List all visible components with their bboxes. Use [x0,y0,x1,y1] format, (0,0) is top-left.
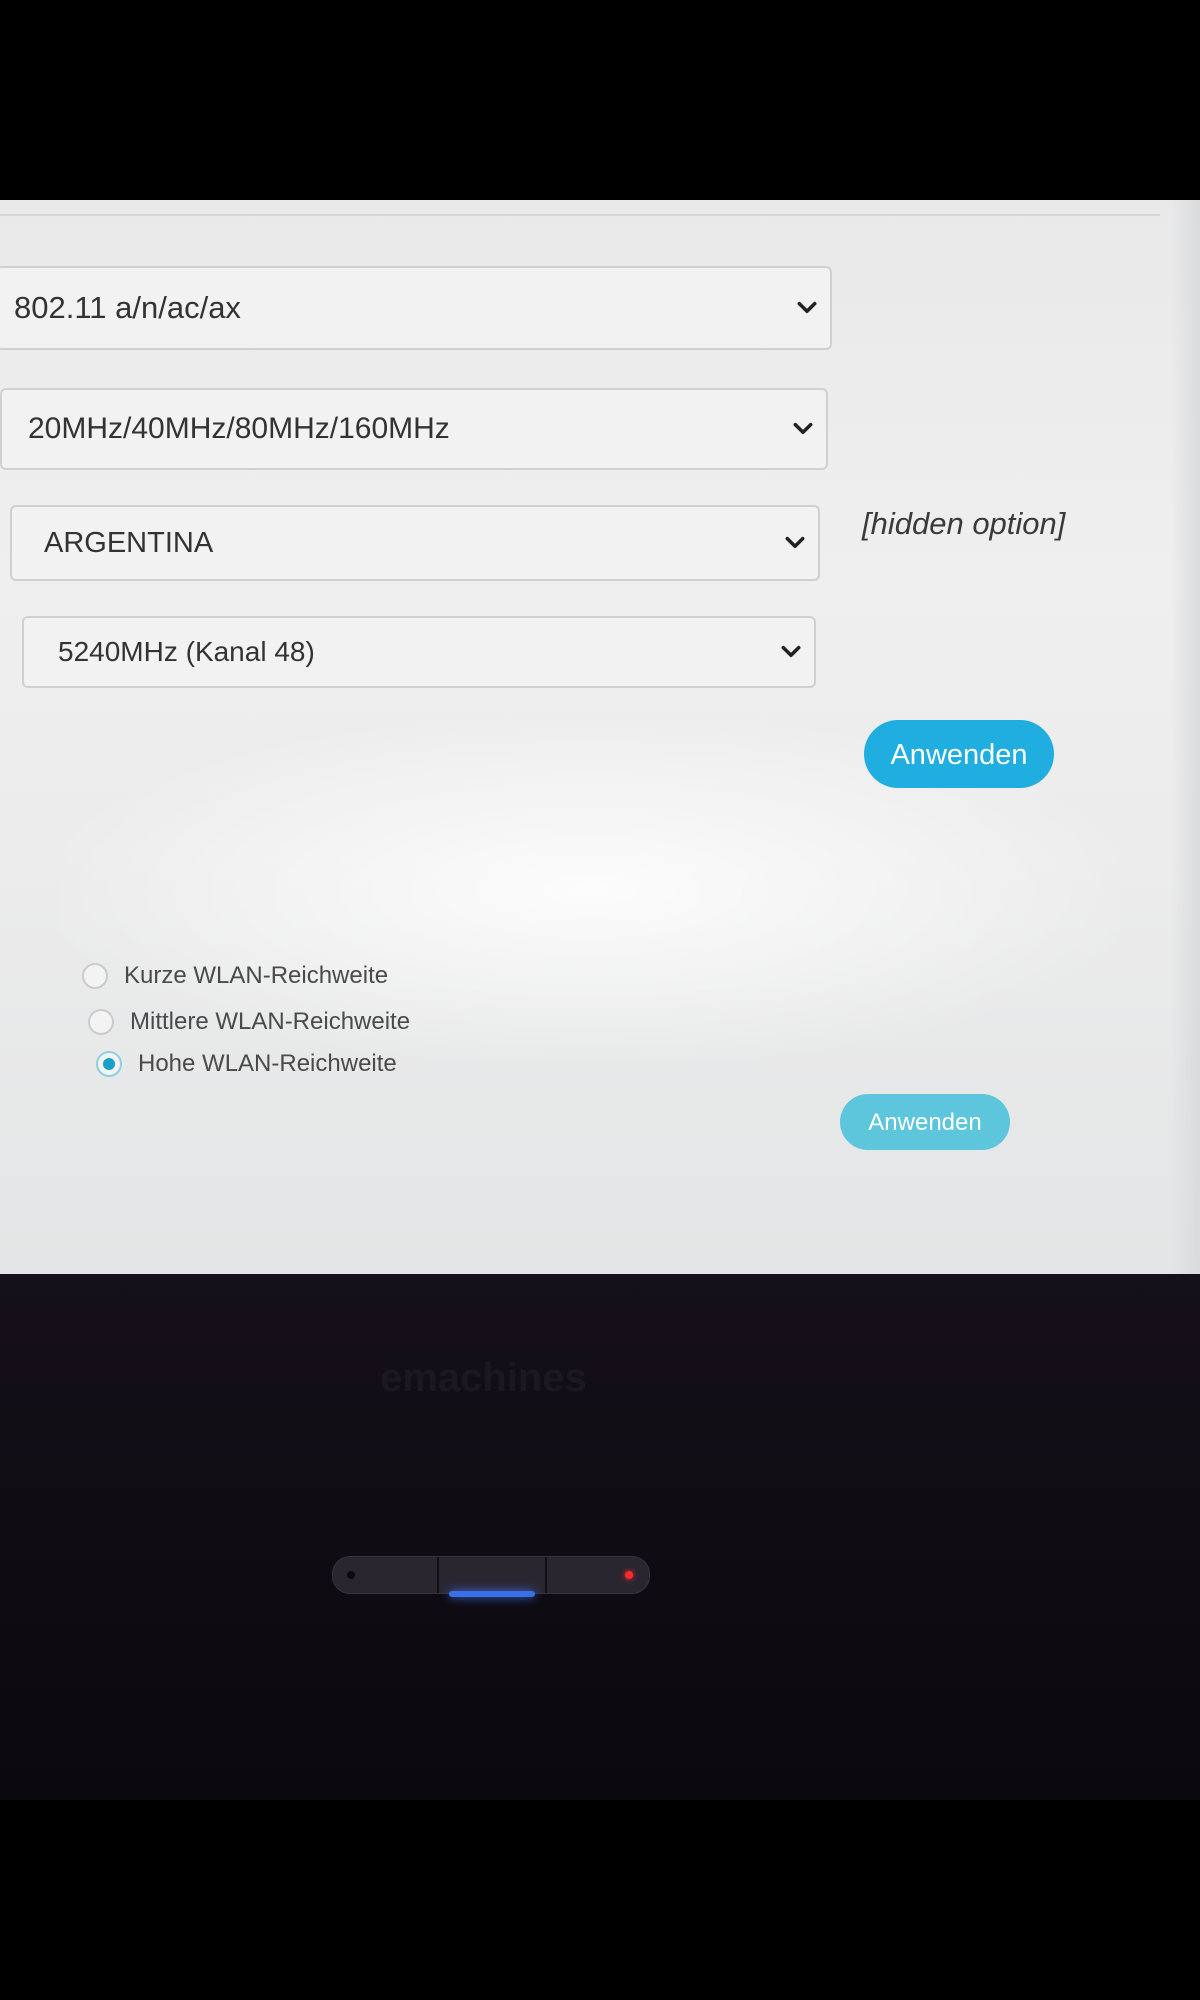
apply-range-button[interactable]: Anwenden [840,1094,1010,1150]
channel-select[interactable]: 5240MHz (Kanal 48) [22,616,816,688]
radio-button-checked[interactable] [96,1051,122,1077]
power-led-icon [449,1591,535,1597]
range-option-label: Mittlere WLAN-Reichweite [130,1008,411,1035]
chevron-down-icon [797,301,817,314]
screen-edge [1170,200,1200,1274]
range-option-high[interactable]: Hohe WLAN-Reichweite [96,1050,397,1078]
router-settings-page: 802.11 a/n/ac/ax 20MHz/40MHz/80MHz/160MH… [0,200,1200,1274]
apply-button[interactable]: Anwenden [864,720,1054,788]
channel-bandwidth-value: 20MHz/40MHz/80MHz/160MHz [28,412,450,445]
range-option-medium[interactable]: Mittlere WLAN-Reichweite [88,1008,410,1036]
laptop-bezel: emachines [0,1274,1200,1800]
country-value: ARGENTINA [44,526,214,559]
range-option-short[interactable]: Kurze WLAN-Reichweite [82,962,388,990]
channel-bandwidth-select[interactable]: 20MHz/40MHz/80MHz/160MHz [0,388,828,470]
brand-logo: emachines [380,1356,587,1400]
divider [0,214,1160,216]
power-button[interactable] [437,1557,547,1593]
range-option-label: Kurze WLAN-Reichweite [124,962,389,989]
indicator-dot [347,1571,355,1579]
channel-value: 5240MHz (Kanal 48) [58,636,315,667]
chevron-down-icon [785,536,805,549]
chevron-down-icon [781,645,801,658]
wlan-mode-value: 802.11 a/n/ac/ax [14,290,241,325]
chevron-down-icon [793,422,813,435]
photo-border [0,1800,1200,2000]
status-led-icon [625,1571,633,1579]
photo: 802.11 a/n/ac/ax 20MHz/40MHz/80MHz/160MH… [0,0,1200,2000]
radio-button[interactable] [82,963,108,989]
hidden-option-label: [hidden option] [862,506,1066,541]
country-select[interactable]: ARGENTINA [10,505,820,581]
range-option-label: Hohe WLAN-Reichweite [138,1050,397,1077]
laptop-button-bar [332,1556,650,1597]
wlan-mode-select[interactable]: 802.11 a/n/ac/ax [0,266,832,350]
radio-button[interactable] [88,1009,114,1035]
